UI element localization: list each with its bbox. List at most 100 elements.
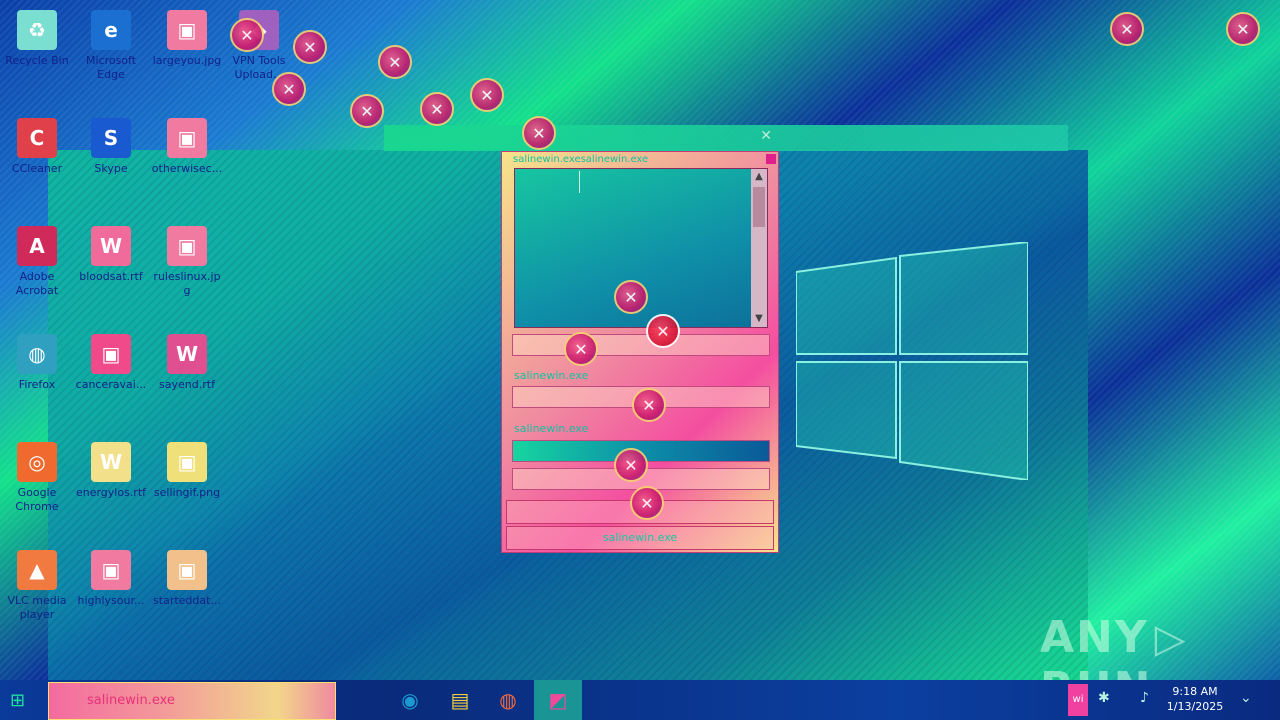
salinewin-dialog: salinewin.exesalinewin.exe ▲ ▼ salinewin…: [501, 151, 779, 553]
desktop-icon[interactable]: ▣ ruleslinux.jpg: [150, 226, 224, 298]
desktop-icon[interactable]: ♻ Recycle Bin: [0, 10, 74, 68]
desktop-icon[interactable]: ▣ otherwisec...: [150, 118, 224, 176]
network-icon[interactable]: ✱: [1098, 690, 1110, 706]
desktop-icon[interactable]: Wsayend.rtf: [150, 334, 224, 392]
file-explorer-icon[interactable]: ▤: [446, 686, 474, 714]
error-icon: ✕: [614, 280, 648, 314]
watermark-left: ANY: [1040, 612, 1149, 663]
desktop-icon[interactable]: ▣ highlysour...: [74, 550, 148, 608]
glitch-window-strip: ✕: [384, 125, 1068, 151]
error-icon: ✕: [646, 314, 680, 348]
scroll-thumb[interactable]: [753, 187, 765, 227]
desktop-icon-label: VLC media player: [7, 594, 67, 621]
error-icon: ✕: [632, 388, 666, 422]
desktop-icon-label: Skype: [94, 162, 128, 175]
word-doc-icon: W: [167, 334, 207, 374]
search-text: salinewin.exe: [87, 693, 175, 708]
dialog-field-1[interactable]: [512, 334, 770, 356]
image-file-icon: ▣: [167, 442, 207, 482]
desktop-icon-label: Adobe Acrobat: [15, 270, 59, 297]
error-icon: ✕: [230, 18, 264, 52]
text-caret: [579, 171, 580, 193]
desktop-icon[interactable]: ▣ canceravai...: [74, 334, 148, 392]
error-icon: ✕: [293, 30, 327, 64]
group-label-2: salinewin.exe: [514, 422, 589, 435]
desktop-icon[interactable]: ▣ sellingif.png: [150, 442, 224, 500]
error-icon: ✕: [420, 92, 454, 126]
dialog-button-2[interactable]: salinewin.exe: [506, 526, 774, 550]
taskbar-search-box[interactable]: salinewin.exe: [48, 682, 336, 720]
skype-icon: S: [91, 118, 131, 158]
desktop-icon-label: canceravai...: [75, 378, 147, 391]
taskbar-clock[interactable]: 9:18 AM 1/13/2025: [1160, 684, 1230, 714]
desktop-icon[interactable]: ◎ Google Chrome: [0, 442, 74, 514]
desktop-icon-label: bloodsat.rtf: [79, 270, 143, 283]
chevron-up-icon[interactable]: ▲: [751, 169, 767, 185]
image-file-icon: ▣: [91, 550, 131, 590]
firefox-icon[interactable]: ◍: [494, 686, 522, 714]
desktop-icon-label: CCleaner: [11, 162, 63, 175]
chevron-down-icon[interactable]: ⌄: [1240, 690, 1252, 706]
error-icon: ✕: [630, 486, 664, 520]
firefox-icon: ◍: [17, 334, 57, 374]
error-icon: ✕: [272, 72, 306, 106]
play-icon: ▷: [1154, 616, 1188, 662]
dialog-title: salinewin.exesalinewin.exe: [513, 154, 649, 165]
desktop-icon[interactable]: e Microsoft Edge: [74, 10, 148, 82]
error-icon: ✕: [614, 448, 648, 482]
desktop-icon-label: highlysour...: [77, 594, 145, 607]
desktop-icon[interactable]: ▣ starteddat...: [150, 550, 224, 608]
ccleaner-icon: C: [17, 118, 57, 158]
desktop-icon[interactable]: ▣ largeyou.jpg: [150, 10, 224, 68]
windows-logo: [796, 242, 1028, 480]
desktop-icon-label: sayend.rtf: [159, 378, 215, 391]
desktop-icon[interactable]: ◍ Firefox: [0, 334, 74, 392]
desktop-icon[interactable]: C CCleaner: [0, 118, 74, 176]
start-button[interactable]: ⊞: [10, 690, 32, 711]
error-icon: ✕: [378, 45, 412, 79]
desktop-icon-label: sellingif.png: [153, 486, 221, 499]
error-icon: ✕: [522, 116, 556, 150]
word-doc-icon: W: [91, 226, 131, 266]
word-doc-icon: W: [91, 442, 131, 482]
desktop-icon-label: largeyou.jpg: [152, 54, 222, 67]
error-icon: ✕: [350, 94, 384, 128]
recycle-bin-icon: ♻: [17, 10, 57, 50]
dialog-close-button[interactable]: [766, 154, 776, 164]
volume-icon[interactable]: ♪: [1140, 690, 1149, 706]
clock-time: 9:18 AM: [1172, 685, 1218, 698]
image-file-icon: ▣: [167, 550, 207, 590]
error-icon: ✕: [1226, 12, 1260, 46]
clock-date: 1/13/2025: [1166, 700, 1224, 713]
error-icon: ✕: [564, 332, 598, 366]
tray-pink-item[interactable]: wi: [1068, 684, 1088, 716]
vlc-icon: ▲: [17, 550, 57, 590]
salinewin-icon[interactable]: ◩: [544, 686, 572, 714]
desktop-icon-label: otherwisec...: [151, 162, 223, 175]
desktop-icon-label: energylos.rtf: [75, 486, 147, 499]
desktop-icon[interactable]: S Skype: [74, 118, 148, 176]
desktop-icon[interactable]: ▲ VLC media player: [0, 550, 74, 622]
close-icon[interactable]: ✕: [760, 128, 772, 144]
taskbar: ⊞ salinewin.exe ◉ ▤ ◍ ◩: [0, 680, 1280, 720]
image-file-icon: ▣: [91, 334, 131, 374]
desktop-icon[interactable]: Wbloodsat.rtf: [74, 226, 148, 284]
image-file-icon: ▣: [167, 118, 207, 158]
chevron-down-icon[interactable]: ▼: [751, 311, 767, 327]
desktop-icon-label: Google Chrome: [15, 486, 59, 513]
desktop-icon[interactable]: A Adobe Acrobat: [0, 226, 74, 298]
desktop-icon-label: Firefox: [18, 378, 56, 391]
textarea-scrollbar[interactable]: ▲ ▼: [751, 169, 767, 327]
error-icon: ✕: [1110, 12, 1144, 46]
desktop-icon-label: Microsoft Edge: [85, 54, 137, 81]
group-label-1: salinewin.exe: [514, 369, 589, 382]
image-file-icon: ▣: [167, 10, 207, 50]
desktop-icon-label: ruleslinux.jpg: [153, 270, 221, 297]
chrome-icon: ◎: [17, 442, 57, 482]
desktop-icon-label: Recycle Bin: [5, 54, 69, 67]
image-file-icon: ▣: [167, 226, 207, 266]
error-icon: ✕: [470, 78, 504, 112]
desktop-icon[interactable]: Wenergylos.rtf: [74, 442, 148, 500]
edge-icon[interactable]: ◉: [396, 686, 424, 714]
acrobat-icon: A: [17, 226, 57, 266]
